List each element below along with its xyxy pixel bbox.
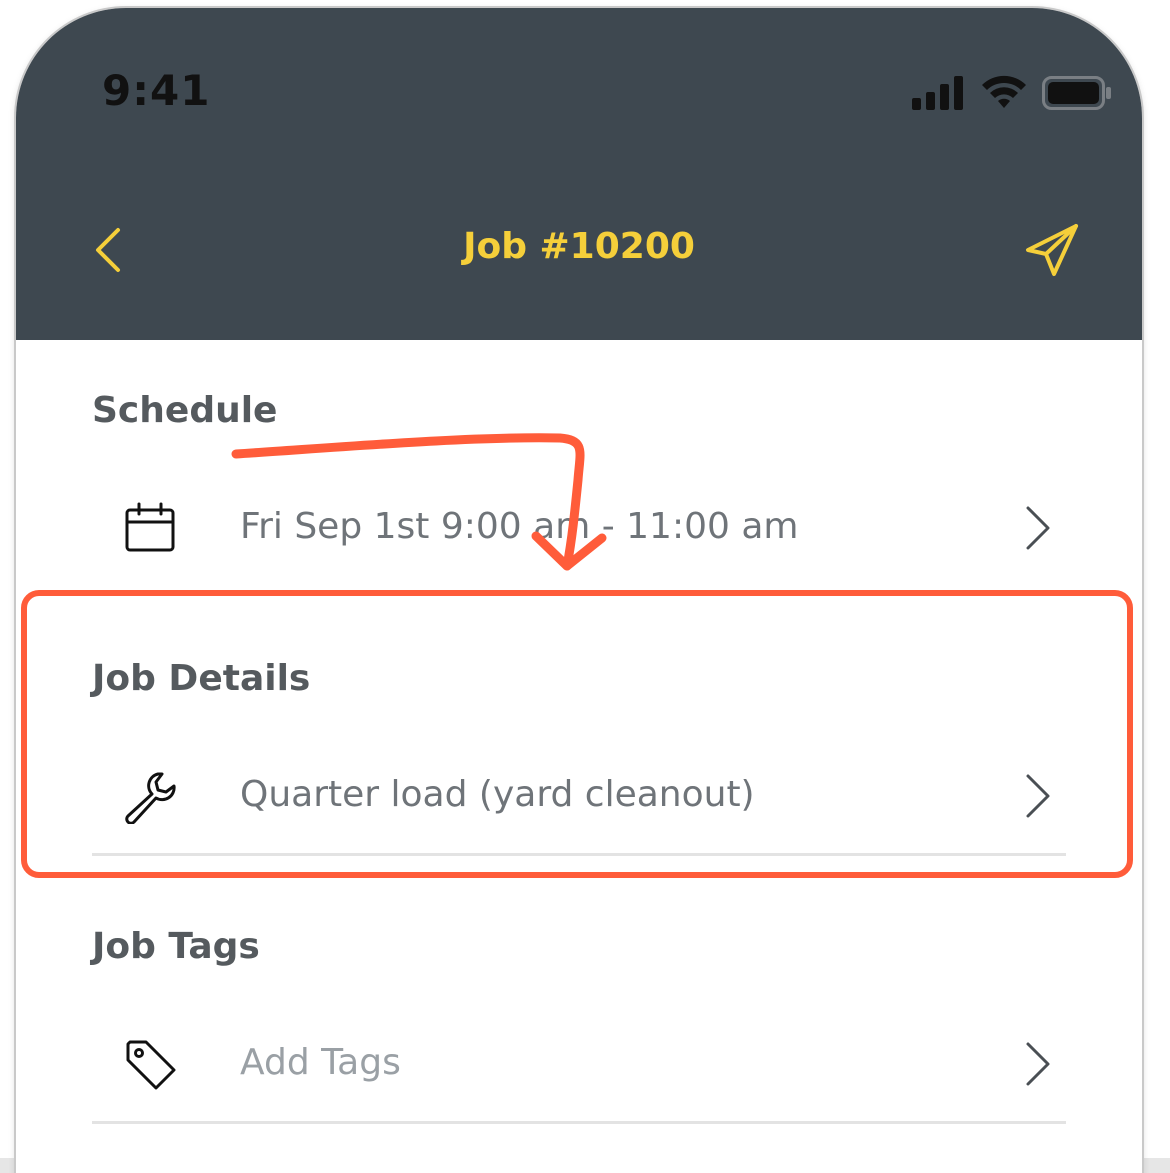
chevron-right-icon [1026, 506, 1050, 550]
send-button[interactable] [1024, 222, 1080, 278]
wifi-icon [982, 75, 1026, 108]
schedule-row[interactable]: Fri Sep 1st 9:00 am - 11:00 am [92, 468, 1066, 588]
chevron-right-icon [1026, 774, 1050, 818]
job-tags-section-title: Job Tags [92, 926, 260, 967]
job-tags-row[interactable]: Add Tags [92, 1004, 1066, 1124]
tag-icon [126, 1040, 176, 1090]
status-time: 9:41 [102, 66, 211, 115]
status-icons [912, 74, 1112, 110]
phone-frame: 9:41 Job #10200 Schedule Fri Sep 1st 9:0… [16, 8, 1142, 1173]
page-title: Job #10200 [463, 226, 695, 267]
paper-plane-icon [1026, 224, 1078, 276]
add-tags-placeholder: Add Tags [240, 1042, 401, 1083]
battery-icon [1042, 76, 1111, 110]
schedule-section-title: Schedule [92, 390, 278, 431]
wrench-icon [125, 772, 176, 824]
schedule-value: Fri Sep 1st 9:00 am - 11:00 am [240, 506, 799, 547]
chevron-right-icon [1026, 1042, 1050, 1086]
screen: 9:41 Job #10200 Schedule Fri Sep 1st 9:0… [0, 0, 1170, 1173]
job-details-row[interactable]: Quarter load (yard cleanout) [92, 736, 1066, 856]
job-details-value: Quarter load (yard cleanout) [240, 774, 755, 815]
calendar-icon [125, 502, 175, 552]
divider [92, 1121, 1066, 1124]
job-details-section-title: Job Details [92, 658, 311, 699]
signal-icon [912, 76, 963, 110]
divider [92, 853, 1066, 856]
app-header: 9:41 Job #10200 [16, 8, 1142, 340]
